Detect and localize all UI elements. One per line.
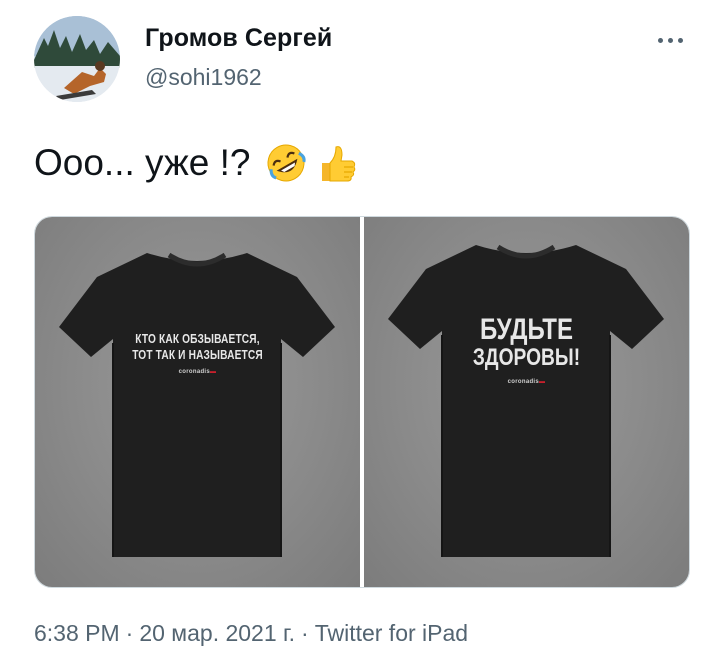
tweet-body: Ооо... уже !? [34,142,251,183]
rolling-on-floor-laughing-emoji-icon [264,141,308,185]
more-options-button[interactable] [650,28,690,52]
shirt-print-line: КТО КАК ОБЗЫВАЕТСЯ, [135,331,260,346]
thumbs-up-emoji-icon [314,141,358,185]
author-handle[interactable]: @sohi1962 [145,64,262,91]
tweet-source[interactable]: Twitter for iPad [315,620,468,646]
tweet-media-grid: КТО КАК ОБЗЫВАЕТСЯ, ТОТ ТАК И НАЗЫВАЕТСЯ… [34,216,690,588]
dot [667,37,673,43]
author-name[interactable]: Громов Сергей [145,24,332,53]
shirt-print-line: ТОТ ТАК И НАЗЫВАЕТСЯ [132,347,263,362]
tshirt-image [59,252,335,557]
dot [657,37,663,43]
media-photo-2[interactable]: БУДЬТЕ ЗДОРОВЫ! coronadis▬ [364,217,689,587]
avatar-photo [34,16,120,102]
tweet-metadata: 6:38 PM · 20 мар. 2021 г. · Twitter for iPad [34,620,468,647]
tweet-time[interactable]: 6:38 PM [34,620,120,646]
brand-logo: coronadis▬ [507,379,546,385]
separator: · [125,620,134,646]
dot [677,37,683,43]
brand-logo: coronadis▬ [178,369,217,375]
author-avatar[interactable] [34,16,120,102]
tshirt-image [388,244,664,557]
media-photo-1[interactable]: КТО КАК ОБЗЫВАЕТСЯ, ТОТ ТАК И НАЗЫВАЕТСЯ… [35,217,360,587]
tweet-text: Ооо... уже !? [34,140,358,186]
shirt-print-line: ЗДОРОВЫ! [472,344,581,371]
separator: · [301,620,309,646]
tweet-date[interactable]: 20 мар. 2021 г. [139,620,295,646]
